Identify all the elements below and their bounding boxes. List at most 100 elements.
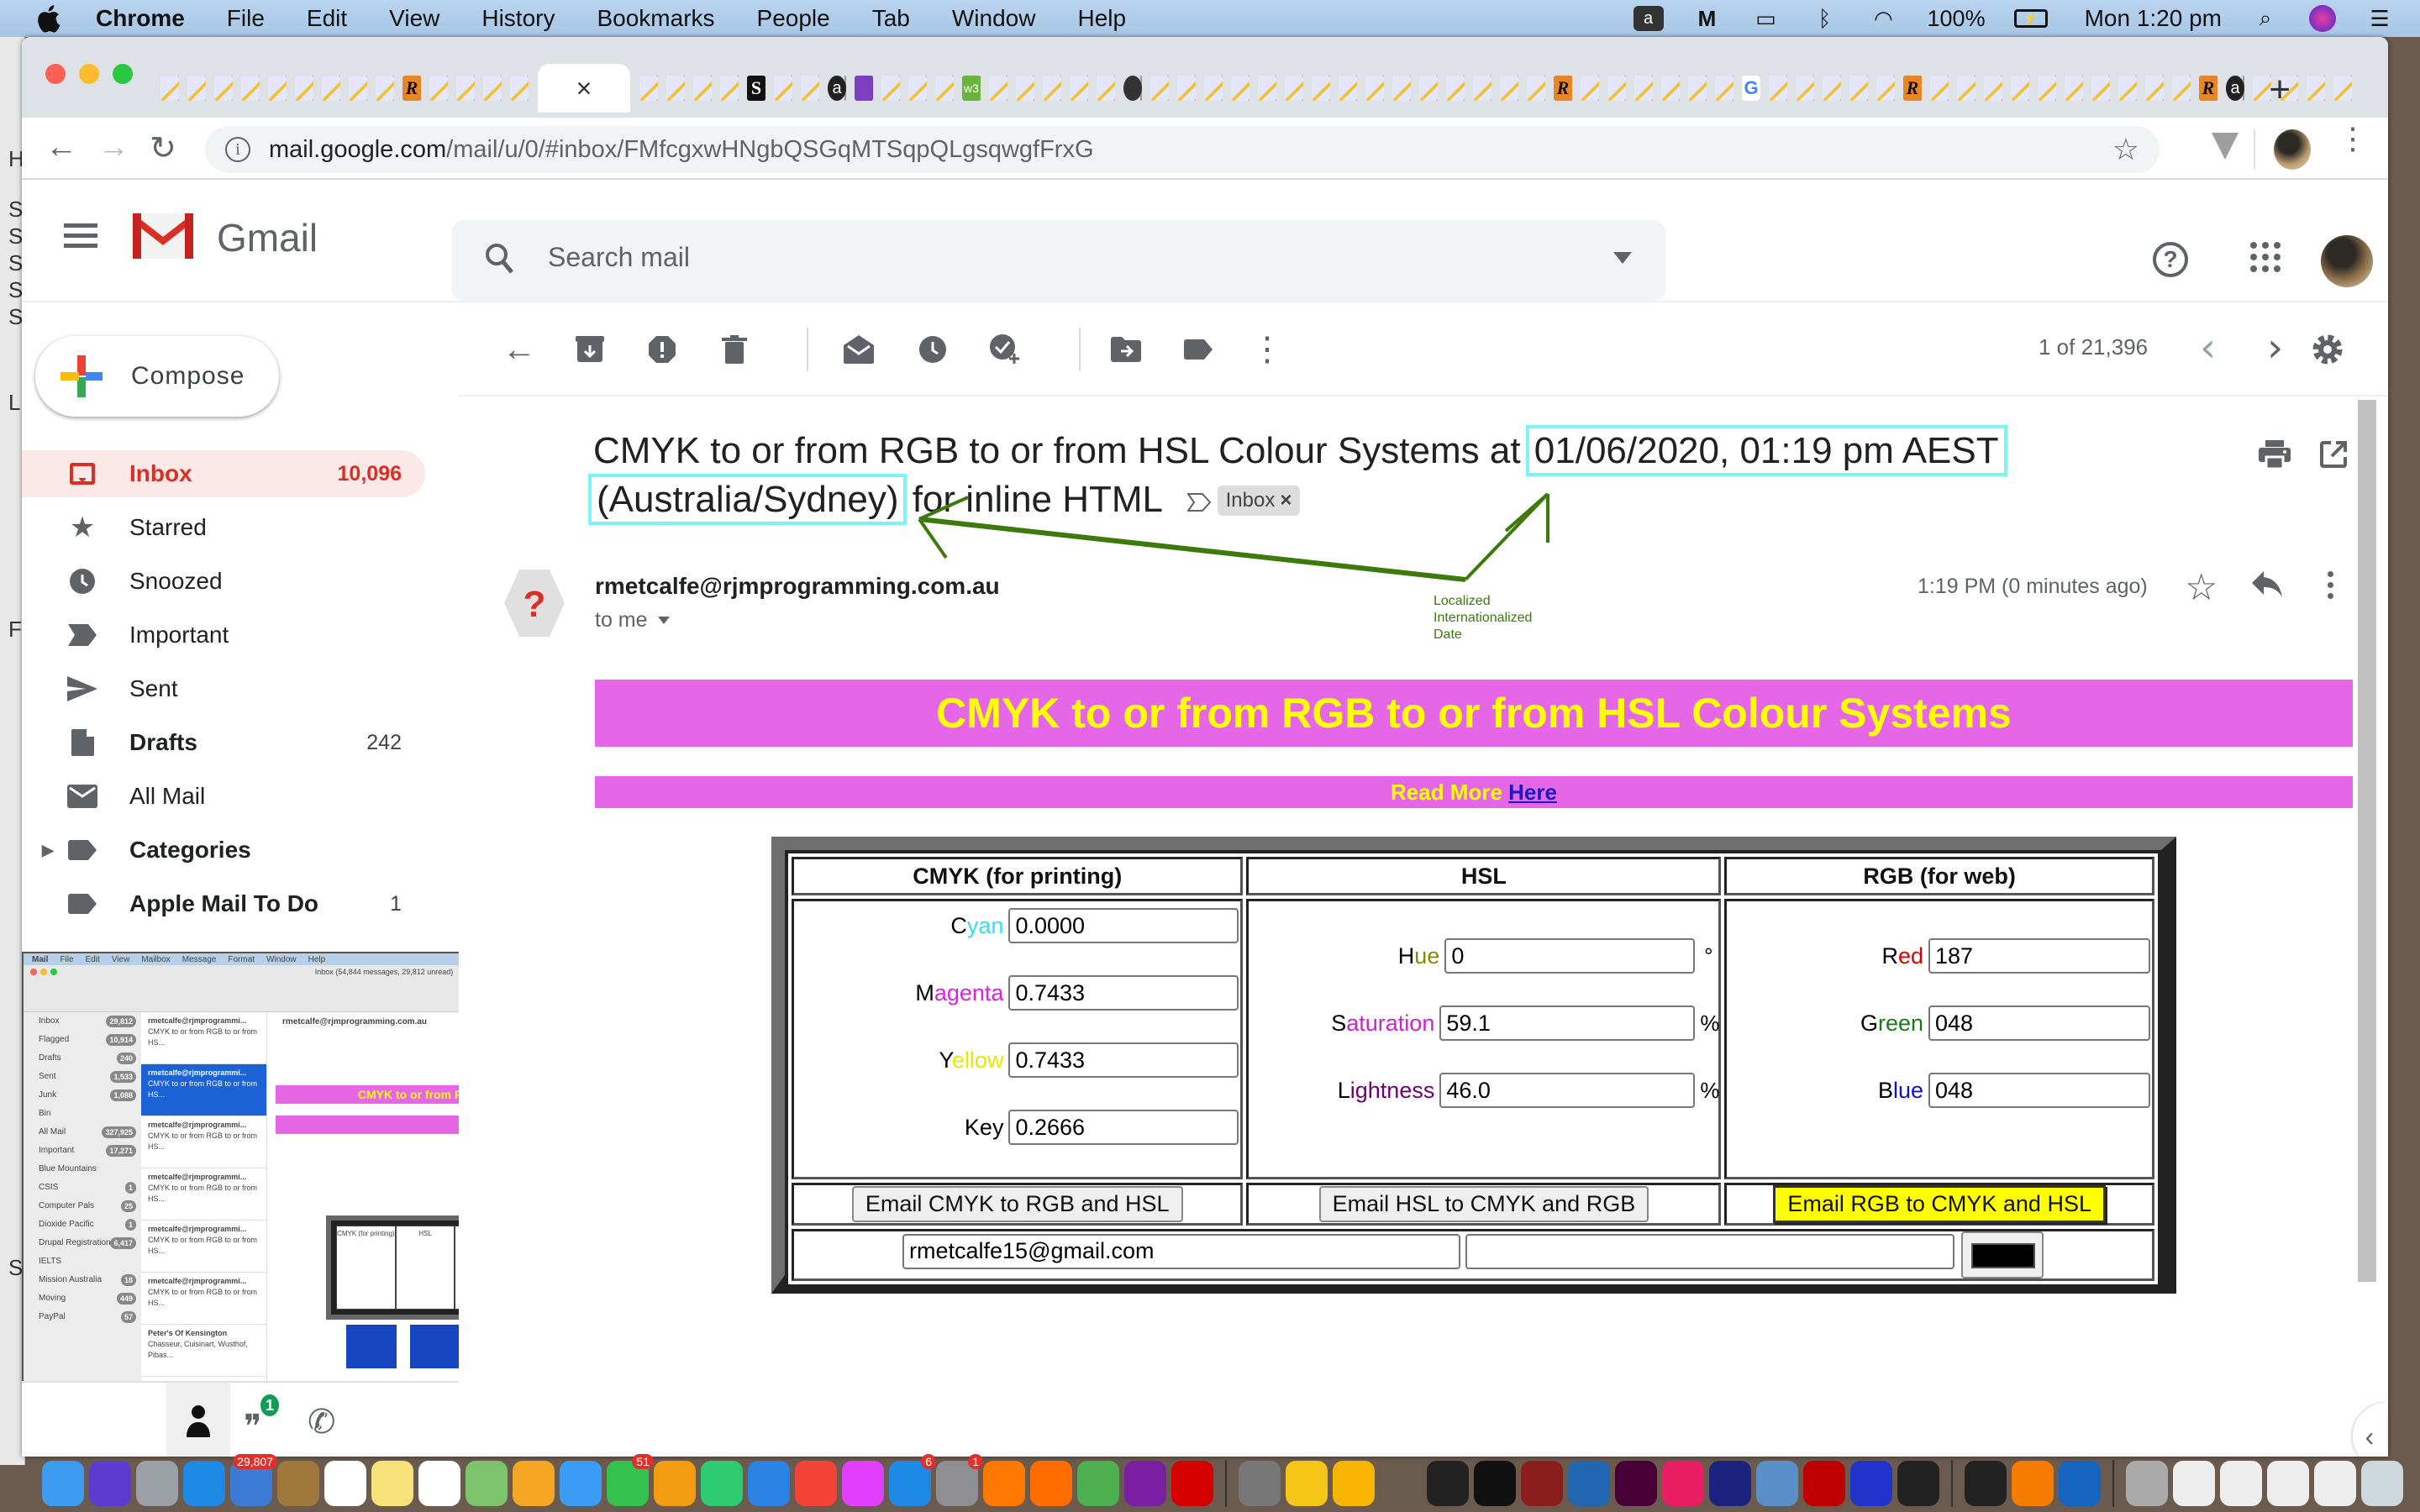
browser-tab[interactable] <box>2145 76 2164 101</box>
browser-tab[interactable] <box>456 76 475 101</box>
browser-tab[interactable] <box>1849 76 1868 101</box>
hangouts-chat-icon[interactable]: ❞ <box>244 1408 262 1446</box>
dock-filezilla-pro-icon[interactable] <box>1709 1461 1751 1506</box>
delete-icon[interactable] <box>718 333 751 366</box>
notification-center-icon[interactable]: ☰ <box>2365 6 2395 31</box>
email-rgb-button[interactable]: Email RGB to CMYK and HSL <box>1773 1185 2106 1223</box>
browser-tab[interactable] <box>429 76 448 101</box>
browser-tab[interactable] <box>1043 76 1061 101</box>
dock-cyberduck-icon[interactable] <box>1286 1461 1328 1506</box>
important-marker-icon[interactable] <box>1186 493 1211 512</box>
main-menu-icon[interactable] <box>64 223 97 249</box>
window-zoom-button[interactable] <box>113 64 133 84</box>
read-more-here-link[interactable]: Here <box>1508 780 1557 805</box>
battery-icon[interactable]: ⚡ <box>2013 9 2048 28</box>
dock-fontforge-icon[interactable] <box>1897 1461 1939 1506</box>
report-spam-icon[interactable] <box>645 333 679 366</box>
help-icon[interactable]: ? <box>2153 242 2188 277</box>
sidebar-item-all-mail[interactable]: All Mail <box>22 773 425 820</box>
sidebar-item-snoozed[interactable]: Snoozed <box>22 558 425 605</box>
dock-r-lang-icon[interactable] <box>1568 1461 1610 1506</box>
browser-tab[interactable] <box>1446 76 1465 101</box>
dock-facetime-icon[interactable]: 51 <box>607 1454 654 1506</box>
dock-ibooks-icon[interactable] <box>2012 1461 2054 1506</box>
browser-tab[interactable] <box>1581 76 1599 101</box>
dock-preview-icon[interactable] <box>1756 1461 1798 1506</box>
browser-tab[interactable] <box>1688 76 1707 101</box>
google-apps-icon[interactable] <box>2250 242 2281 272</box>
snooze-icon[interactable] <box>916 333 950 366</box>
browser-tab[interactable] <box>1365 76 1384 101</box>
recipient-details[interactable]: to me <box>595 608 670 633</box>
browser-tab[interactable]: R <box>402 76 421 101</box>
dock-gimp-icon[interactable] <box>1380 1461 1422 1506</box>
browser-tab[interactable] <box>1930 76 1949 101</box>
browser-tab[interactable] <box>1016 76 1034 101</box>
menu-people[interactable]: People <box>757 5 830 32</box>
browser-tab[interactable]: R <box>1903 76 1922 101</box>
browser-tab[interactable]: R <box>1554 76 1572 101</box>
cmyk-cyan-input[interactable] <box>1008 908 1239 943</box>
dock-maps-icon[interactable] <box>466 1461 508 1506</box>
rgb-red-input[interactable] <box>1928 938 2150 974</box>
browser-tab[interactable] <box>483 76 502 101</box>
dock-documents-icon[interactable] <box>2126 1461 2168 1506</box>
message-more-options-icon[interactable] <box>2328 571 2334 601</box>
browser-tab[interactable] <box>2011 76 2029 101</box>
labels-icon[interactable] <box>1181 333 1215 366</box>
siri-icon[interactable] <box>2309 5 2336 32</box>
add-to-tasks-icon[interactable] <box>988 333 1022 366</box>
browser-tab[interactable] <box>1097 76 1115 101</box>
browser-tab[interactable] <box>2333 76 2352 101</box>
dock-calendar-icon[interactable] <box>324 1461 366 1506</box>
browser-tab[interactable] <box>693 76 712 101</box>
dock-doc-2-icon[interactable] <box>2220 1461 2262 1506</box>
browser-tab[interactable] <box>1177 76 1196 101</box>
browser-tab[interactable] <box>666 76 685 101</box>
browser-tab[interactable] <box>1984 76 2002 101</box>
browser-tab[interactable] <box>1823 76 1841 101</box>
browser-tab[interactable] <box>801 76 819 101</box>
account-avatar[interactable] <box>2321 235 2373 287</box>
browser-tab[interactable] <box>1957 76 1975 101</box>
reply-icon[interactable] <box>2250 570 2284 600</box>
rgb-green-input[interactable] <box>1928 1005 2150 1041</box>
browser-tab[interactable] <box>855 76 873 101</box>
site-info-icon[interactable]: i <box>225 137 250 162</box>
browser-tab[interactable] <box>2065 76 2083 101</box>
browser-tab[interactable] <box>989 76 1007 101</box>
browser-tab[interactable] <box>510 76 529 101</box>
browser-tab[interactable] <box>1285 76 1303 101</box>
bluetooth-icon[interactable]: ᛒ <box>1810 6 1840 31</box>
address-bar[interactable]: i mail.google.com/mail/u/0/#inbox/FMfcgx… <box>205 126 2160 173</box>
dock-monodraw-icon[interactable] <box>1662 1461 1704 1506</box>
mark-unread-icon[interactable] <box>842 333 876 366</box>
menu-history[interactable]: History <box>481 5 555 32</box>
window-close-button[interactable] <box>45 64 66 84</box>
dock-photos-icon[interactable] <box>513 1461 555 1506</box>
print-all-icon[interactable] <box>2259 440 2291 469</box>
dock-quicktime-icon[interactable] <box>2059 1461 2101 1506</box>
cmyk-yellow-input[interactable] <box>1008 1042 1239 1078</box>
inbox-label-chip[interactable]: Inbox × <box>1217 486 1301 516</box>
dock-notes-icon[interactable] <box>371 1461 413 1506</box>
dock-avast-icon[interactable] <box>983 1461 1025 1506</box>
spotlight-search-icon[interactable]: ⌕ <box>2250 5 2281 31</box>
menu-help[interactable]: Help <box>1077 5 1126 32</box>
sender-avatar[interactable]: ? <box>502 568 566 638</box>
search-mail-input[interactable]: Search mail <box>452 220 1665 301</box>
menu-edit[interactable]: Edit <box>307 5 347 32</box>
compose-button[interactable]: Compose <box>35 336 279 417</box>
forward-button[interactable]: → <box>97 129 129 165</box>
active-tab[interactable]: × <box>538 64 630 113</box>
recipient-email-field[interactable] <box>902 1233 1460 1269</box>
message-scrollbar[interactable] <box>2358 400 2376 1282</box>
dock-pages-icon[interactable] <box>654 1461 696 1506</box>
sender-email[interactable]: rmetcalfe@rjmprogramming.com.au <box>595 573 1000 600</box>
menu-tab[interactable]: Tab <box>872 5 910 32</box>
browser-tab[interactable] <box>1473 76 1491 101</box>
browser-tab[interactable] <box>774 76 792 101</box>
email-hsl-button[interactable]: Email HSL to CMYK and RGB <box>1318 1186 1649 1222</box>
sidebar-item-important[interactable]: Important <box>22 612 425 659</box>
browser-tab[interactable] <box>1258 76 1276 101</box>
